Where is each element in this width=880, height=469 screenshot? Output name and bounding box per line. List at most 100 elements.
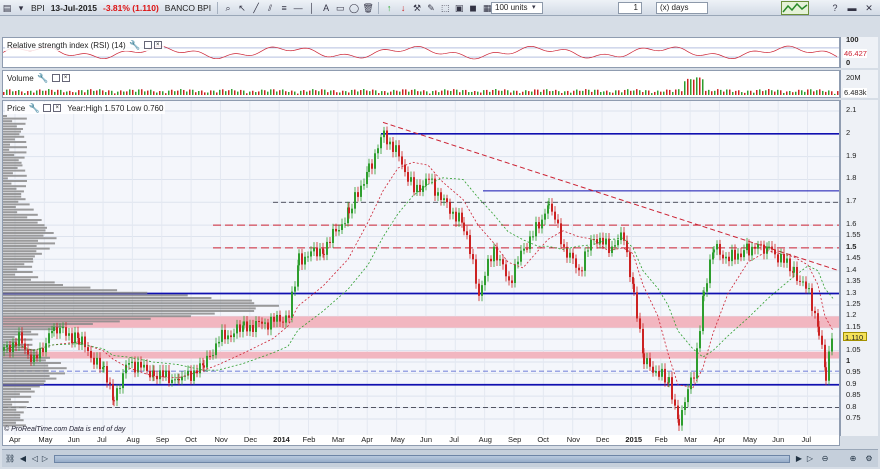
volume-bar xyxy=(267,91,269,95)
chevron-left-icon[interactable]: ◁ xyxy=(30,454,40,464)
volume-bar xyxy=(600,91,602,95)
candle-body xyxy=(65,327,67,336)
volume-profile-bar xyxy=(3,203,30,206)
volume-profile-bar xyxy=(3,143,10,146)
search-icon[interactable]: ⌕ xyxy=(222,2,234,14)
chevron-right-icon[interactable]: ▶ xyxy=(794,454,804,464)
candle-body xyxy=(757,244,759,249)
candle-body xyxy=(53,327,55,331)
timeline-scrollbar[interactable]: ⛓ ◀ ◁ ▷ ▶ ▷ ⊖ ⊕ ⚙ xyxy=(2,449,878,467)
zoom-out-icon[interactable]: ⊖ xyxy=(820,454,830,464)
candle-body xyxy=(285,315,287,323)
volume-bar xyxy=(540,91,542,95)
volume-profile-bar xyxy=(3,245,37,247)
volume-profile-bar xyxy=(3,297,212,299)
price-chart xyxy=(3,101,839,435)
volume-bar xyxy=(204,92,206,95)
candle-body xyxy=(165,370,167,377)
candle-body xyxy=(446,198,448,203)
zoom-in-icon[interactable]: ⊕ xyxy=(848,454,858,464)
candle-body xyxy=(392,141,394,152)
volume-bar xyxy=(291,90,293,95)
chevron-right-icon[interactable]: ▷ xyxy=(40,454,50,464)
price-panel[interactable]: Price 🔧 × Year:High 1.570 Low 0.760 xyxy=(2,100,840,436)
volume-bar xyxy=(363,89,365,95)
arrow-down-icon[interactable]: ↓ xyxy=(397,2,409,14)
minimize-icon[interactable]: ▬ xyxy=(846,2,858,14)
hline-tool-icon[interactable]: ― xyxy=(292,2,304,14)
volume-bar xyxy=(84,92,86,95)
volume-bar xyxy=(318,91,320,95)
volume-bar xyxy=(309,90,311,95)
chart-icon[interactable]: ▤ xyxy=(1,2,13,14)
volume-bar xyxy=(537,89,539,95)
candle-body xyxy=(514,264,516,284)
candle-body xyxy=(258,320,260,322)
rect-tool-icon[interactable]: ▭ xyxy=(334,2,346,14)
layers-icon[interactable]: ▣ xyxy=(453,2,465,14)
candle-body xyxy=(218,341,220,344)
settings-icon[interactable]: ⚙ xyxy=(864,454,874,464)
wrench-icon[interactable]: 🔧 xyxy=(129,39,141,51)
candle-body xyxy=(734,249,736,260)
tools-icon[interactable]: ⚒ xyxy=(411,2,423,14)
pointer-icon[interactable]: ↖ xyxy=(236,2,248,14)
volume-bar xyxy=(591,91,593,95)
delete-icon[interactable]: 🗑 xyxy=(362,2,374,14)
candle-body xyxy=(153,370,155,376)
close-icon[interactable]: × xyxy=(153,41,162,49)
volume-profile-bar xyxy=(3,133,20,136)
volume-bar xyxy=(642,92,644,95)
channel-tool-icon[interactable]: ⫽ xyxy=(264,2,276,14)
candle-body xyxy=(56,327,58,334)
maximize-icon[interactable] xyxy=(51,74,60,82)
fib-tool-icon[interactable]: ≡ xyxy=(278,2,290,14)
link-icon[interactable]: ⛓ xyxy=(5,454,15,464)
candle-body xyxy=(383,130,385,138)
time-axis-label: Aug xyxy=(478,435,492,444)
color-icon[interactable]: ◼ xyxy=(467,2,479,14)
candle-body xyxy=(799,280,801,282)
chevron-down-icon[interactable]: ▾ xyxy=(15,2,27,14)
close-icon[interactable]: × xyxy=(53,104,62,112)
line-tool-icon[interactable]: ╱ xyxy=(250,2,262,14)
select-icon[interactable]: ⬚ xyxy=(439,2,451,14)
close-icon[interactable]: ✕ xyxy=(863,2,875,14)
wrench-icon[interactable]: 🔧 xyxy=(37,72,49,84)
vline-tool-icon[interactable]: │ xyxy=(306,2,318,14)
chevron-down-icon[interactable]: ▾ xyxy=(532,3,536,11)
volume-profile-bar xyxy=(3,221,38,224)
volume-profile-bar xyxy=(3,185,27,188)
candle-body xyxy=(134,361,136,373)
price-title: Price xyxy=(7,103,26,113)
arrow-up-icon[interactable]: ↑ xyxy=(383,2,395,14)
candle-body xyxy=(554,211,556,220)
candle-body xyxy=(452,211,454,214)
close-icon[interactable]: × xyxy=(61,74,70,82)
text-tool-icon[interactable]: A xyxy=(320,2,332,14)
period-input[interactable]: 1 xyxy=(618,2,642,14)
maximize-icon[interactable] xyxy=(143,41,152,49)
chevron-right-icon[interactable]: ▷ xyxy=(805,454,815,464)
volume-panel[interactable]: Volume 🔧 × xyxy=(2,70,840,98)
chevron-left-icon[interactable]: ◀ xyxy=(18,454,28,464)
help-icon[interactable]: ? xyxy=(829,2,841,14)
candle-body xyxy=(575,258,577,268)
candle-body xyxy=(831,338,833,352)
ellipse-tool-icon[interactable]: ◯ xyxy=(348,2,360,14)
candle-body xyxy=(722,254,724,259)
pencil-icon[interactable]: ✎ xyxy=(425,2,437,14)
price-tick-label: 1 xyxy=(846,355,851,365)
period-unit-select[interactable]: (x) days xyxy=(656,2,708,14)
rsi-panel[interactable]: Relative strength index (RSI) (14) 🔧 × xyxy=(2,37,840,68)
wrench-icon[interactable]: 🔧 xyxy=(28,102,40,114)
maximize-icon[interactable] xyxy=(43,104,52,112)
volume-bar xyxy=(375,90,377,95)
resistance-zone xyxy=(3,351,839,359)
volume-bar xyxy=(156,92,158,95)
time-axis-label: May xyxy=(742,435,757,444)
logo-icon[interactable] xyxy=(781,1,809,15)
candle-body xyxy=(389,141,391,145)
volume-bar xyxy=(144,91,146,95)
scroll-thumb[interactable] xyxy=(54,455,790,463)
